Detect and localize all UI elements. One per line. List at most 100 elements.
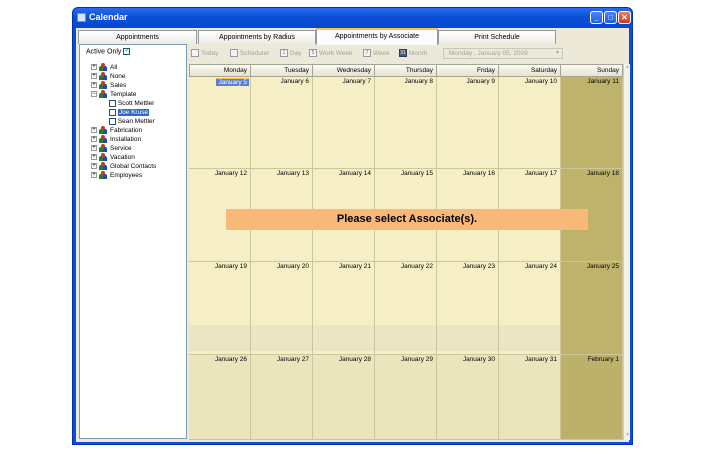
window-client-area: Appointments Appointments by Radius Appo… [76, 28, 630, 442]
day-number: January 10 [524, 78, 557, 85]
calendar-day-cell[interactable]: January 24 [499, 262, 561, 355]
calendar-day-cell[interactable]: January 28 [313, 355, 375, 440]
calendar-day-cell[interactable]: January 29 [375, 355, 437, 440]
day-number: January 15 [400, 170, 433, 177]
minimize-button[interactable]: _ [590, 11, 603, 24]
associate-checkbox[interactable] [109, 108, 116, 116]
tab-appointments-by-radius[interactable]: Appointments by Radius [198, 30, 316, 44]
day-number: January 25 [586, 263, 619, 270]
tree-item-service[interactable]: + Service [91, 144, 132, 153]
day-number: January 7 [342, 78, 371, 85]
day-number: January 28 [338, 356, 371, 363]
group-icon [99, 153, 108, 162]
tree-item-joe-kruse[interactable]: Joe Kruse [109, 108, 150, 117]
month-view-icon: 31 [399, 49, 407, 58]
day-number: January 13 [276, 170, 309, 177]
day-number: January 12 [214, 170, 247, 177]
tree-item-global-contacts[interactable]: + Global Contacts [91, 162, 156, 171]
calendar-day-cell[interactable]: January 31 [499, 355, 561, 440]
collapse-icon[interactable]: − [91, 91, 97, 98]
today-button[interactable]: Today [191, 48, 218, 59]
work-week-view-button[interactable]: 5 Work Week [309, 48, 352, 59]
tree-item-employees[interactable]: + Employees [91, 171, 142, 180]
tree-item-fabrication[interactable]: + Fabrication [91, 126, 142, 135]
group-icon [99, 144, 108, 153]
calendar-day-cell[interactable]: January 25 [561, 262, 623, 355]
group-icon [99, 90, 108, 99]
day-number: January 29 [400, 356, 433, 363]
calendar-day-cell[interactable]: January 10 [499, 77, 561, 169]
calendar-day-cell[interactable]: January 22 [375, 262, 437, 355]
associate-checkbox[interactable] [109, 117, 116, 125]
tree-item-vacation[interactable]: + Vacation [91, 153, 135, 162]
expand-icon[interactable]: + [91, 172, 97, 179]
close-button[interactable]: ✕ [618, 11, 631, 24]
scheduler-button[interactable]: Scheduler [230, 48, 269, 59]
tree-item-label: Vacation [110, 154, 135, 161]
tree-item-installation[interactable]: + Installation [91, 135, 141, 144]
day-header: Sunday [561, 64, 623, 77]
scroll-down-icon[interactable]: ▼ [624, 432, 631, 440]
associate-tree-panel: Active Only +All +None +Sales −Template … [79, 44, 187, 439]
tree-item-sales[interactable]: + Sales [91, 81, 126, 90]
calendar-day-cell[interactable]: January 7 [313, 77, 375, 169]
calendar-day-cell[interactable]: January 9 [437, 77, 499, 169]
day-number: January 9 [466, 78, 495, 85]
expand-icon[interactable]: + [91, 145, 97, 152]
associate-checkbox[interactable] [109, 99, 116, 107]
week-view-icon: 7 [363, 49, 371, 58]
active-only-filter[interactable]: Active Only [86, 46, 131, 56]
day-number: January 6 [280, 78, 309, 85]
calendar-day-cell[interactable]: January 27 [251, 355, 313, 440]
month-view-label: Month [409, 50, 428, 57]
scroll-up-icon[interactable]: ▲ [624, 64, 631, 72]
title-bar[interactable]: Calendar _ □ ✕ [73, 8, 632, 28]
expand-icon[interactable]: + [91, 64, 97, 71]
tree-item-all[interactable]: + All [91, 63, 117, 72]
select-associate-message: Please select Associate(s). [226, 209, 588, 230]
tree-item-scott-mettler[interactable]: Scott Mettler [109, 99, 154, 108]
day-view-button[interactable]: 1 Day [280, 48, 302, 59]
expand-icon[interactable]: + [91, 136, 97, 143]
tree-item-none[interactable]: + None [91, 72, 126, 81]
calendar-day-cell[interactable]: January 8 [375, 77, 437, 169]
active-only-checkbox[interactable] [123, 46, 131, 55]
expand-icon[interactable]: + [91, 163, 97, 170]
tree-item-sean-mettler[interactable]: Sean Mettler [109, 117, 155, 126]
day-number: January 22 [400, 263, 433, 270]
expand-icon[interactable]: + [91, 82, 97, 89]
calendar-day-cell[interactable]: January 11 [561, 77, 623, 169]
maximize-button[interactable]: □ [604, 11, 617, 24]
calendar-scrollbar[interactable]: ▲ ▼ [623, 64, 630, 440]
week-view-button[interactable]: 7 Week [363, 48, 390, 59]
expand-icon[interactable]: + [91, 127, 97, 134]
calendar-day-cell[interactable]: January 21 [313, 262, 375, 355]
day-header: Monday [189, 64, 251, 77]
tab-appointments[interactable]: Appointments [78, 30, 197, 44]
calendar-day-cell[interactable]: January 19 [189, 262, 251, 355]
calendar-day-cell[interactable]: January 26 [189, 355, 251, 440]
calendar-toolbar: Today Scheduler 1 Day 5 Work Week 7 Week 31… [189, 44, 629, 62]
calendar-day-cell[interactable]: February 1 [561, 355, 623, 440]
month-view-button[interactable]: 31 Month [399, 48, 427, 59]
calendar-day-cell[interactable]: January 6 [251, 77, 313, 169]
date-picker[interactable]: Monday , January 05, 2009 ▼ [443, 48, 563, 59]
calendar-day-cell[interactable]: January 20 [251, 262, 313, 355]
day-header: Friday [437, 64, 499, 77]
tree-item-label: Sales [110, 82, 127, 89]
tab-appointments-by-associate[interactable]: Appointments by Associate [316, 28, 438, 45]
expand-icon[interactable]: + [91, 154, 97, 161]
chevron-down-icon[interactable]: ▼ [553, 49, 562, 58]
calendar-day-cell[interactable]: January 23 [437, 262, 499, 355]
scheduler-icon [230, 49, 238, 58]
expand-icon[interactable]: + [91, 73, 97, 80]
calendar-day-cell[interactable]: January 5 [189, 77, 251, 169]
calendar-day-cell[interactable]: January 30 [437, 355, 499, 440]
tree-item-template[interactable]: − Template [91, 90, 136, 99]
active-only-label: Active Only [86, 48, 122, 56]
tree-item-label: All [110, 64, 118, 71]
work-week-view-icon: 5 [309, 49, 317, 58]
tab-print-schedule[interactable]: Print Schedule [438, 30, 556, 44]
tree-item-label: Service [110, 145, 132, 152]
group-icon [99, 171, 108, 180]
